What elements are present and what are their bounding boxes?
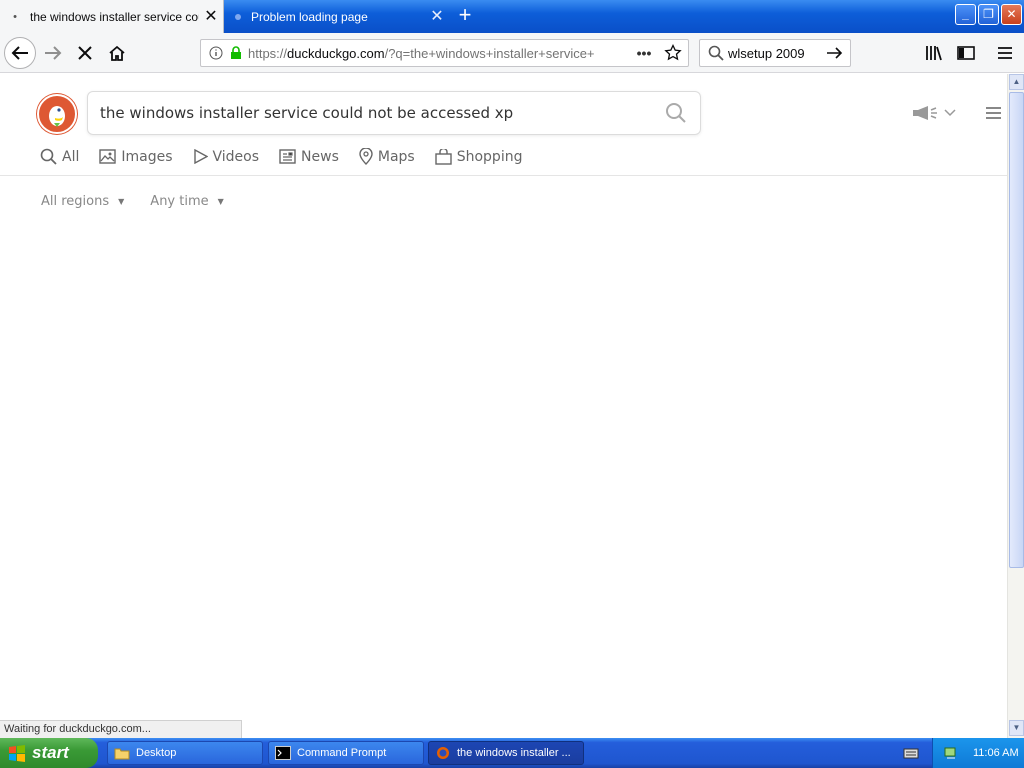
search-icon[interactable]: [664, 101, 688, 125]
stop-icon: [78, 46, 92, 60]
stop-button[interactable]: [70, 38, 100, 68]
ddg-announcements[interactable]: [912, 105, 956, 121]
scrollbar-thumb[interactable]: [1009, 92, 1024, 568]
status-bar: Waiting for duckduckgo.com...: [0, 720, 242, 738]
clock[interactable]: 11:06 AM: [973, 747, 1019, 759]
caret-down-icon: ▼: [217, 197, 224, 206]
tab-favicon-icon: [225, 9, 251, 25]
taskbar-item-command-prompt[interactable]: Command Prompt: [268, 741, 424, 765]
tab-loading-icon: •: [13, 10, 17, 23]
tab-title: Problem loading page: [251, 9, 368, 24]
library-button[interactable]: [919, 38, 949, 68]
ddg-result-tabs: All Images Videos News Maps Shopping: [40, 148, 542, 165]
minimize-button[interactable]: _: [955, 4, 976, 25]
system-tray: 11:06 AM: [932, 738, 1024, 768]
play-icon: [193, 149, 208, 164]
divider: [0, 175, 1007, 176]
tab-inactive[interactable]: Problem loading page ✕: [225, 0, 449, 33]
menu-button[interactable]: [990, 38, 1020, 68]
tab-news[interactable]: News: [279, 148, 339, 165]
windows-taskbar: start Desktop Command Prompt the windows…: [0, 738, 1024, 768]
lock-icon: [231, 46, 241, 59]
tab-images[interactable]: Images: [99, 148, 173, 165]
forward-button[interactable]: [38, 38, 68, 68]
library-icon: [926, 46, 942, 61]
restore-button[interactable]: ❐: [978, 4, 999, 25]
vertical-scrollbar[interactable]: ▲ ▼: [1007, 74, 1024, 738]
newspaper-icon: [279, 149, 296, 164]
scroll-up-icon[interactable]: ▲: [1009, 74, 1024, 90]
hamburger-menu-icon: [998, 47, 1012, 59]
tab-shopping[interactable]: Shopping: [435, 148, 522, 165]
chevron-down-icon: [944, 109, 956, 117]
map-pin-icon: [359, 148, 373, 165]
tab-maps[interactable]: Maps: [359, 148, 415, 165]
page-actions-icon[interactable]: •••: [630, 45, 658, 61]
browser-tab-strip: • the windows installer service could no…: [0, 0, 1024, 33]
duck-icon: [42, 99, 72, 129]
search-icon: [708, 45, 724, 61]
back-button[interactable]: [4, 37, 36, 69]
ddg-search-input[interactable]: the windows installer service could not …: [100, 104, 664, 122]
search-icon: [40, 148, 57, 165]
time-filter-dropdown[interactable]: Any time ▼: [150, 194, 224, 209]
sidebar-button[interactable]: [951, 38, 981, 68]
back-arrow-icon: [11, 46, 28, 60]
image-icon: [99, 149, 117, 164]
folder-icon: [114, 748, 130, 760]
taskbar-item-firefox[interactable]: the windows installer ...: [428, 741, 584, 765]
tab-videos[interactable]: Videos: [193, 148, 259, 165]
page-content: the windows installer service could not …: [0, 74, 1007, 720]
search-go-icon[interactable]: [826, 45, 844, 61]
tab-title: the windows installer service could not …: [30, 9, 199, 24]
scroll-down-icon[interactable]: ▼: [1009, 720, 1024, 736]
navigation-toolbar: https://duckduckgo.com/?q=the+windows+in…: [0, 33, 1024, 73]
info-icon[interactable]: [209, 46, 223, 60]
home-button[interactable]: [102, 38, 132, 68]
search-bar[interactable]: wlsetup 2009: [699, 39, 851, 67]
forward-arrow-icon: [45, 46, 62, 60]
ddg-menu-icon[interactable]: [986, 107, 1001, 122]
tab-close-icon[interactable]: ✕: [425, 8, 449, 25]
windows-flag-icon: [9, 745, 25, 762]
tab-all[interactable]: All: [40, 148, 79, 165]
tab-close-icon[interactable]: ✕: [199, 8, 223, 25]
tab-active[interactable]: • the windows installer service could no…: [0, 0, 224, 33]
search-input[interactable]: wlsetup 2009: [728, 46, 826, 61]
new-tab-icon[interactable]: +: [452, 4, 478, 28]
network-icon[interactable]: [943, 745, 959, 761]
url-bar[interactable]: https://duckduckgo.com/?q=the+windows+in…: [200, 39, 689, 67]
taskbar-item-desktop[interactable]: Desktop: [107, 741, 263, 765]
megaphone-icon: [913, 106, 937, 120]
caret-down-icon: ▼: [118, 197, 125, 206]
keyboard-icon[interactable]: [903, 746, 919, 760]
sidebar-icon: [957, 46, 975, 60]
cmd-icon: [275, 746, 291, 760]
url-text: https://duckduckgo.com/?q=the+windows+in…: [248, 45, 595, 61]
home-icon: [109, 45, 125, 61]
firefox-icon: [437, 747, 449, 759]
region-filter-dropdown[interactable]: All regions ▼: [41, 194, 124, 209]
shopping-bag-icon: [435, 148, 452, 165]
duckduckgo-logo[interactable]: [37, 94, 77, 134]
start-button[interactable]: start: [0, 738, 98, 768]
ddg-search-box[interactable]: the windows installer service could not …: [87, 91, 701, 135]
ddg-filters: All regions ▼ Any time ▼: [41, 194, 250, 209]
bookmark-star-icon[interactable]: [664, 44, 682, 62]
close-window-button[interactable]: ✕: [1001, 4, 1022, 25]
